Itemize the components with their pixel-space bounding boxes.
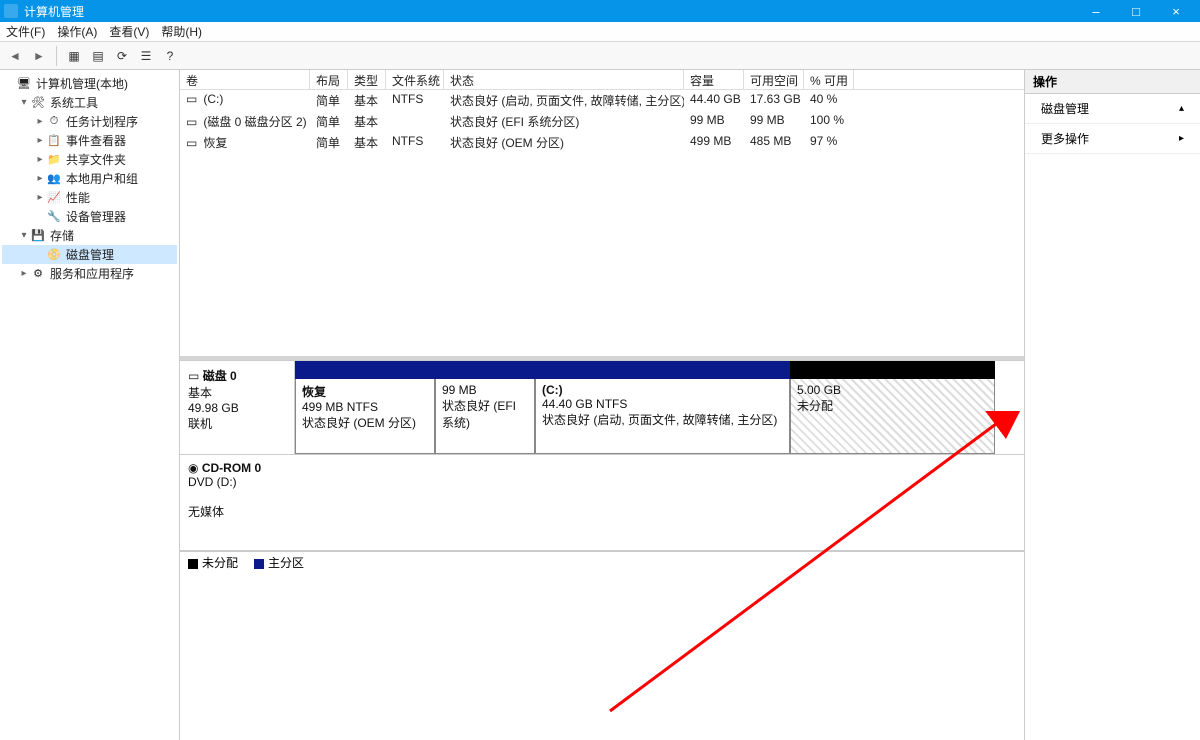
navigation-tree: 🖥计算机管理(本地) ▾🛠系统工具 ▸⏱任务计划程序 ▸📋事件查看器 ▸📁共享文… [0,70,180,740]
cdrom-label[interactable]: ◉ CD-ROM 0 DVD (D:) 无媒体 [180,455,1024,550]
disk-graphical-area: ▭ 磁盘 0 基本 49.98 GB 联机 恢复499 MB NTFS状态良好 … [180,360,1024,740]
col-type[interactable]: 类型 [348,70,386,89]
volume-list: 卷 布局 类型 文件系统 状态 容量 可用空间 % 可用 ▭ (C:)简单基本N… [180,70,1024,360]
menu-action[interactable]: 操作(A) [57,23,97,40]
titlebar: 计算机管理 – □ × [0,0,1200,22]
center-pane: 卷 布局 类型 文件系统 状态 容量 可用空间 % 可用 ▭ (C:)简单基本N… [180,70,1025,740]
action-more[interactable]: 更多操作▸ [1025,124,1200,154]
partition-box[interactable]: (C:)44.40 GB NTFS状态良好 (启动, 页面文件, 故障转储, 主… [535,379,790,454]
help-icon[interactable]: ? [159,45,181,67]
menu-file[interactable]: 文件(F) [6,23,45,40]
close-button[interactable]: × [1156,0,1196,22]
col-volume[interactable]: 卷 [180,70,310,89]
forward-icon[interactable]: ► [28,45,50,67]
cdrom-row: ◉ CD-ROM 0 DVD (D:) 无媒体 [180,455,1024,551]
tree-services[interactable]: ▸⚙服务和应用程序 [2,264,177,283]
col-pct[interactable]: % 可用 [804,70,854,89]
tool-icon-4[interactable]: ☰ [135,45,157,67]
disk-0-label[interactable]: ▭ 磁盘 0 基本 49.98 GB 联机 [180,361,295,454]
col-free[interactable]: 可用空间 [744,70,804,89]
menubar: 文件(F) 操作(A) 查看(V) 帮助(H) [0,22,1200,42]
tree-systools[interactable]: ▾🛠系统工具 [2,93,177,112]
tree-diskmgmt[interactable]: 📀磁盘管理 [2,245,177,264]
tree-devicemgr[interactable]: 🔧设备管理器 [2,207,177,226]
window-title: 计算机管理 [24,3,1076,20]
disk-0-row: ▭ 磁盘 0 基本 49.98 GB 联机 恢复499 MB NTFS状态良好 … [180,361,1024,455]
partition-unallocated[interactable]: 5.00 GB未分配 [790,379,995,454]
tree-root[interactable]: 🖥计算机管理(本地) [2,74,177,93]
tool-icon-2[interactable]: ▤ [87,45,109,67]
refresh-icon[interactable]: ⟳ [111,45,133,67]
tree-performance[interactable]: ▸📈性能 [2,188,177,207]
app-icon [4,4,18,18]
tree-eventviewer[interactable]: ▸📋事件查看器 [2,131,177,150]
col-layout[interactable]: 布局 [310,70,348,89]
tree-localusers[interactable]: ▸👥本地用户和组 [2,169,177,188]
actions-pane: 操作 磁盘管理▴ 更多操作▸ [1025,70,1200,740]
collapse-icon: ▴ [1179,103,1184,114]
tree-storage[interactable]: ▾💾存储 [2,226,177,245]
tool-icon-1[interactable]: ▦ [63,45,85,67]
volume-row[interactable]: ▭ 恢复简单基本NTFS状态良好 (OEM 分区)499 MB485 MB97 … [180,132,1024,153]
legend-primary-swatch [254,559,264,569]
menu-help[interactable]: 帮助(H) [161,23,202,40]
actions-header: 操作 [1025,70,1200,94]
action-diskmgmt[interactable]: 磁盘管理▴ [1025,94,1200,124]
tree-scheduler[interactable]: ▸⏱任务计划程序 [2,112,177,131]
volume-row[interactable]: ▭ (C:)简单基本NTFS状态良好 (启动, 页面文件, 故障转储, 主分区)… [180,90,1024,111]
back-icon[interactable]: ◄ [4,45,26,67]
partition-box[interactable]: 恢复499 MB NTFS状态良好 (OEM 分区) [295,379,435,454]
legend: 未分配 主分区 [180,551,1024,573]
col-status[interactable]: 状态 [444,70,684,89]
maximize-button[interactable]: □ [1116,0,1156,22]
minimize-button[interactable]: – [1076,0,1116,22]
col-capacity[interactable]: 容量 [684,70,744,89]
toolbar: ◄ ► ▦ ▤ ⟳ ☰ ? [0,42,1200,70]
partition-box[interactable]: 99 MB状态良好 (EFI 系统) [435,379,535,454]
col-fs[interactable]: 文件系统 [386,70,444,89]
legend-unalloc-swatch [188,559,198,569]
menu-view[interactable]: 查看(V) [109,23,149,40]
tree-sharedfolders[interactable]: ▸📁共享文件夹 [2,150,177,169]
chevron-right-icon: ▸ [1179,133,1184,144]
volume-header: 卷 布局 类型 文件系统 状态 容量 可用空间 % 可用 [180,70,1024,90]
volume-row[interactable]: ▭ (磁盘 0 磁盘分区 2)简单基本状态良好 (EFI 系统分区)99 MB9… [180,111,1024,132]
